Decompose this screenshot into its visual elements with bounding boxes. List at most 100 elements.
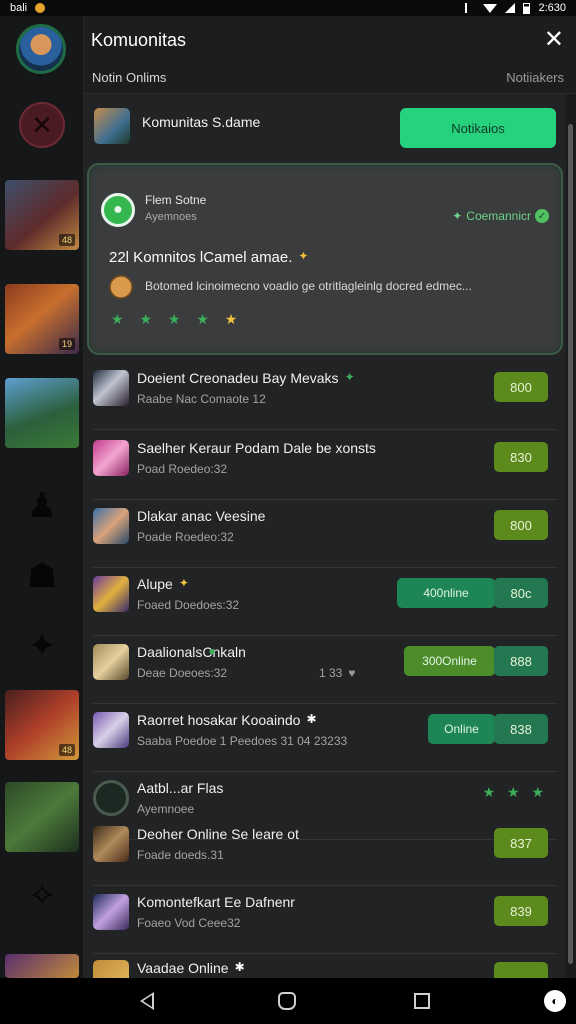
- online-button[interactable]: Online: [428, 714, 495, 744]
- rail-tile-tag: 48: [58, 234, 75, 246]
- leaf-icon: ✦: [344, 370, 355, 384]
- list-item[interactable]: Daalionals ● Cnkaln Deae Doeoes:32 1 33 ♥…: [93, 636, 557, 704]
- header: Komuonitas ✕ Notin Onlims Notiiakers: [84, 16, 576, 94]
- home-icon[interactable]: [278, 992, 296, 1010]
- status-badge[interactable]: ✦ Coemannicr ✓: [452, 207, 549, 225]
- price-button[interactable]: 837: [494, 828, 548, 858]
- badge-label: Coemannicr: [466, 209, 531, 223]
- game-thumbnail: [93, 826, 129, 862]
- list-item-subtitle: Ayemnoee: [137, 802, 195, 816]
- leaf-icon: ●: [208, 644, 216, 658]
- star-icon: ✦: [178, 576, 189, 590]
- list-item[interactable]: Alupe ✦ Foaed Doedoes:32 400nline 80c: [93, 568, 557, 636]
- list-item-title: Dlakar anac Veesine: [137, 508, 266, 524]
- badge-leaf-icon: ✦: [452, 209, 463, 223]
- page-title: Komuonitas: [91, 30, 187, 50]
- list-item[interactable]: Vaadae Online ✱: [93, 954, 557, 978]
- list-item-title: Doeient Creonadeu Bay Mevaks ✦: [137, 370, 355, 386]
- game-thumbnail: [93, 576, 129, 612]
- list-item-title: Deoher Online Se leare ot: [137, 826, 299, 842]
- header-subtitle[interactable]: Notin Onlims: [92, 70, 166, 85]
- rail-game-tile-6[interactable]: [5, 954, 79, 978]
- back-icon[interactable]: [140, 992, 154, 1010]
- profile-avatar[interactable]: [16, 24, 66, 74]
- rail-game-tile-4[interactable]: 48: [5, 690, 79, 760]
- rail-game-tile-3[interactable]: [5, 378, 79, 448]
- silhouette-icon: ✦: [27, 627, 57, 665]
- card-subtitle: Ayemnoes: [145, 211, 197, 223]
- gold-star-icon: ★: [224, 311, 244, 327]
- star-icon: ✦: [298, 249, 309, 263]
- sparkle-icon: ✱: [234, 960, 245, 974]
- list-item-subtitle: Foaed Doedoes:32: [137, 598, 240, 612]
- community-header-row: Komunitas S.dame Notikaios: [94, 106, 556, 150]
- notifications-button[interactable]: Notikaios: [400, 108, 556, 148]
- rail-game-tile-5[interactable]: [5, 782, 79, 852]
- game-thumbnail: [93, 508, 129, 544]
- price-button[interactable]: [494, 962, 548, 978]
- card-description: Botomed lcinoimecno voadio ge otritlagle…: [145, 279, 472, 293]
- list-item[interactable]: Doeient Creonadeu Bay Mevaks ✦ Raabe Nac …: [93, 362, 557, 430]
- price-button[interactable]: 839: [494, 896, 548, 926]
- list-item-title: Raorret hosakar Kooaindo ✱: [137, 712, 317, 728]
- list-item-subtitle: Foade doeds.31: [137, 848, 224, 862]
- wifi-icon: [483, 3, 498, 13]
- rail-tile-tag: 48: [58, 744, 75, 756]
- card-title: Flem Sotne: [145, 193, 207, 207]
- status-bar: bali 2:630: [0, 0, 576, 16]
- list-item-title: Daalionals ● Cnkaln: [137, 644, 246, 660]
- battery-icon: [523, 2, 531, 14]
- clock: 2:630: [538, 2, 566, 14]
- assistant-icon[interactable]: ◐: [544, 990, 566, 1012]
- list-item[interactable]: Komontefkart Ee Dafnenr Foaeo Vod Ceee32…: [93, 886, 557, 954]
- scrollbar[interactable]: [566, 94, 576, 978]
- online-button[interactable]: 400nline: [397, 578, 495, 608]
- rail-game-tile-2[interactable]: 19: [5, 284, 79, 354]
- list-item-title: Saelher Keraur Podam Dale be xonsts: [137, 440, 376, 456]
- price-button[interactable]: 830: [494, 442, 548, 472]
- green-stars: ★ ★ ★ ★: [111, 311, 215, 327]
- community-name: Komunitas S.dame: [142, 114, 261, 130]
- game-thumbnail: [93, 960, 129, 978]
- scrollbar-thumb[interactable]: [568, 124, 573, 964]
- featured-card[interactable]: ● Flem Sotne Ayemnoes ✦ Coemannicr ✓ 22l…: [87, 163, 563, 355]
- list-item-subtitle: Foaeo Vod Ceee32: [137, 916, 241, 930]
- list-item[interactable]: Saelher Keraur Podam Dale be xonsts Poad…: [93, 432, 557, 500]
- list-item[interactable]: Raorret hosakar Kooaindo ✱ Saaba Poedoe 1…: [93, 704, 557, 772]
- check-icon: ✓: [535, 209, 549, 223]
- rating-stars: ★ ★ ★: [482, 784, 548, 800]
- silhouette-icon: ✧: [27, 877, 57, 915]
- list-item-title: Komontefkart Ee Dafnenr: [137, 894, 295, 910]
- status-right: 2:630: [465, 2, 566, 14]
- close-icon[interactable]: ✕: [544, 28, 564, 52]
- online-button[interactable]: 300Online: [404, 646, 495, 676]
- card-headline-text: 22l Komnitos lCamel amae.: [109, 249, 293, 266]
- card-headline: 22l Komnitos lCamel amae. ✦: [109, 249, 308, 266]
- rail-game-tile-1[interactable]: 48: [5, 180, 79, 250]
- list-item-title: Alupe ✦: [137, 576, 189, 592]
- price-button[interactable]: 800: [494, 372, 548, 402]
- navigation-bar: ◐: [0, 978, 576, 1024]
- recent-apps-icon[interactable]: [414, 993, 430, 1009]
- signal-icon: [505, 3, 516, 13]
- game-thumbnail: [93, 440, 129, 476]
- price-button[interactable]: 800: [494, 510, 548, 540]
- notifications-link[interactable]: Notiiakers: [506, 70, 564, 85]
- heart-icon: ♥: [348, 666, 356, 680]
- rating-stars: ★ ★ ★ ★ ★: [111, 311, 243, 328]
- x-icon[interactable]: ✕: [19, 102, 65, 148]
- sparkle-icon: ✱: [306, 712, 317, 726]
- price-button[interactable]: 838: [494, 714, 548, 744]
- price-button[interactable]: 80c: [494, 578, 548, 608]
- list-item[interactable]: Dlakar anac Veesine Poade Roedeo:32 800: [93, 500, 557, 568]
- list-item-subtitle: Raabe Nac Comaote 12: [137, 392, 266, 406]
- game-thumbnail: [94, 108, 130, 144]
- chat-icon: ●: [101, 193, 135, 227]
- list-item-subtitle: Poad Roedeo:32: [137, 462, 228, 476]
- bluetooth-icon: [465, 3, 475, 13]
- list-item[interactable]: Deoher Online Se leare ot Foade doeds.31…: [93, 818, 557, 886]
- list-item-title: Aatbl...ar Flas: [137, 780, 224, 796]
- status-left: bali: [10, 2, 46, 14]
- list-item-title: Vaadae Online ✱: [137, 960, 245, 976]
- price-button[interactable]: 888: [494, 646, 548, 676]
